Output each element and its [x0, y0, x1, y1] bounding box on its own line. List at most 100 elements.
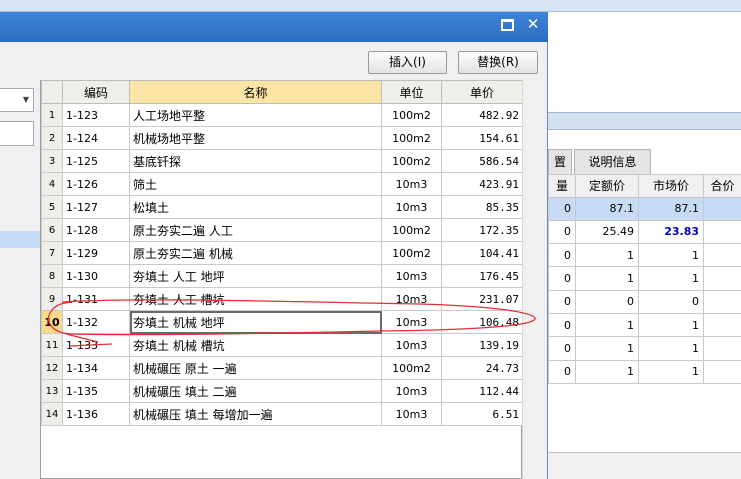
row-number[interactable]: 3 [41, 149, 63, 173]
quota-price-cell[interactable]: 1 [575, 243, 639, 268]
code-cell[interactable]: 1-127 [62, 195, 130, 219]
price-detail-row[interactable]: 011 [548, 359, 741, 385]
tab-partial[interactable]: 置 [548, 149, 572, 174]
price-cell[interactable]: 423.91 [441, 172, 523, 196]
table-row[interactable]: 3 1-125 基底钎探 100m2 586.54 [41, 149, 523, 173]
code-cell[interactable]: 1-133 [62, 333, 130, 357]
unit-cell[interactable]: 10m3 [381, 172, 442, 196]
row-number[interactable]: 13 [41, 379, 63, 403]
row-number[interactable]: 4 [41, 172, 63, 196]
quota-price-cell[interactable]: 1 [575, 336, 639, 361]
total-price-cell[interactable] [703, 359, 741, 385]
header-unit[interactable]: 单位 [381, 80, 442, 104]
chevron-down-icon[interactable]: ▼ [20, 93, 32, 107]
quota-price-cell[interactable]: 1 [575, 359, 639, 385]
price-cell[interactable]: 139.19 [441, 333, 523, 357]
header-price[interactable]: 单价 [441, 80, 523, 104]
replace-button[interactable]: 替换(R) [458, 51, 538, 74]
row-number[interactable]: 6 [41, 218, 63, 242]
grid-scrollbar[interactable] [522, 80, 539, 479]
code-cell[interactable]: 1-125 [62, 149, 130, 173]
price-detail-row[interactable]: 0 25.49 23.83 [548, 219, 741, 245]
header-code[interactable]: 编码 [62, 80, 130, 104]
table-row[interactable]: 4 1-126 筛土 10m3 423.91 [41, 172, 523, 196]
market-price-cell[interactable]: 23.83 [638, 219, 704, 245]
quantity-cell[interactable]: 0 [548, 289, 576, 315]
name-cell[interactable]: 基底钎探 [129, 149, 382, 173]
total-price-cell[interactable] [703, 196, 741, 221]
table-row[interactable]: 9 1-131 夯填土 人工 槽坑 10m3 231.07 [41, 287, 523, 311]
row-number[interactable]: 12 [41, 356, 63, 380]
quota-price-cell[interactable]: 87.1 [575, 196, 639, 221]
table-row[interactable]: 12 1-134 机械碾压 原土 一遍 100m2 24.73 [41, 356, 523, 380]
close-icon[interactable]: ✕ [523, 14, 543, 34]
code-cell[interactable]: 1-128 [62, 218, 130, 242]
name-cell[interactable]: 机械碾压 原土 一遍 [129, 356, 382, 380]
row-number[interactable]: 11 [41, 333, 63, 357]
tree-item-selected[interactable] [0, 231, 40, 248]
market-price-cell[interactable]: 1 [638, 359, 704, 385]
quantity-cell[interactable]: 0 [548, 196, 576, 221]
row-number[interactable]: 7 [41, 241, 63, 265]
quantity-cell[interactable]: 0 [548, 336, 576, 361]
name-cell[interactable]: 夯填土 人工 地坪 [129, 264, 382, 288]
unit-cell[interactable]: 10m3 [381, 379, 442, 403]
name-cell[interactable]: 筛土 [129, 172, 382, 196]
price-detail-row[interactable]: 000 [548, 289, 741, 315]
quota-price-cell[interactable]: 25.49 [575, 219, 639, 245]
row-number[interactable]: 1 [41, 103, 63, 127]
table-row[interactable]: 14 1-136 机械碾压 填土 每增加一遍 10m3 6.51 [41, 402, 523, 426]
unit-cell[interactable]: 10m3 [381, 287, 442, 311]
unit-cell[interactable]: 100m2 [381, 126, 442, 150]
row-number[interactable]: 9 [41, 287, 63, 311]
price-cell[interactable]: 24.73 [441, 356, 523, 380]
price-cell[interactable]: 482.92 [441, 103, 523, 127]
table-row[interactable]: 2 1-124 机械场地平整 100m2 154.61 [41, 126, 523, 150]
price-cell[interactable]: 172.35 [441, 218, 523, 242]
table-row[interactable]: 13 1-135 机械碾压 填土 二遍 10m3 112.44 [41, 379, 523, 403]
name-cell[interactable]: 夯填土 机械 槽坑 [129, 333, 382, 357]
total-price-cell[interactable] [703, 336, 741, 361]
quantity-cell[interactable]: 0 [548, 266, 576, 291]
quota-price-cell[interactable]: 0 [575, 289, 639, 315]
code-cell[interactable]: 1-129 [62, 241, 130, 265]
row-number[interactable]: 10 [41, 310, 63, 334]
unit-cell[interactable]: 100m2 [381, 356, 442, 380]
name-cell[interactable]: 机械碾压 填土 每增加一遍 [129, 402, 382, 426]
name-cell[interactable]: 松填土 [129, 195, 382, 219]
table-row[interactable]: 7 1-129 原土夯实二遍 机械 100m2 104.41 [41, 241, 523, 265]
unit-cell[interactable]: 10m3 [381, 264, 442, 288]
total-price-cell[interactable] [703, 243, 741, 268]
name-cell[interactable]: 机械场地平整 [129, 126, 382, 150]
name-cell[interactable]: 机械碾压 填土 二遍 [129, 379, 382, 403]
tab-description-info[interactable]: 说明信息 [574, 149, 651, 174]
row-number[interactable]: 2 [41, 126, 63, 150]
price-cell[interactable]: 85.35 [441, 195, 523, 219]
quota-price-cell[interactable]: 1 [575, 266, 639, 291]
unit-cell[interactable]: 100m2 [381, 241, 442, 265]
price-detail-row[interactable]: 0 87.1 87.1 [548, 196, 741, 221]
code-cell[interactable]: 1-132 [62, 310, 130, 334]
table-row[interactable]: 10 1-132 夯填土 机械 地坪 10m3 106.48 [41, 310, 523, 334]
price-detail-row[interactable]: 011 [548, 313, 741, 338]
price-detail-row[interactable]: 011 [548, 243, 741, 268]
quantity-cell[interactable]: 0 [548, 243, 576, 268]
table-row[interactable]: 1 1-123 人工场地平整 100m2 482.92 [41, 103, 523, 127]
price-cell[interactable]: 112.44 [441, 379, 523, 403]
code-cell[interactable]: 1-135 [62, 379, 130, 403]
quota-price-cell[interactable]: 1 [575, 313, 639, 338]
price-cell[interactable]: 586.54 [441, 149, 523, 173]
insert-button[interactable]: 插入(I) [368, 51, 447, 74]
unit-cell[interactable]: 100m2 [381, 149, 442, 173]
table-row[interactable]: 11 1-133 夯填土 机械 槽坑 10m3 139.19 [41, 333, 523, 357]
price-cell[interactable]: 6.51 [441, 402, 523, 426]
price-cell[interactable]: 176.45 [441, 264, 523, 288]
price-detail-row[interactable]: 011 [548, 266, 741, 291]
total-price-cell[interactable] [703, 266, 741, 291]
name-cell[interactable]: 夯填土 人工 槽坑 [129, 287, 382, 311]
unit-cell[interactable]: 10m3 [381, 402, 442, 426]
quantity-cell[interactable]: 0 [548, 359, 576, 385]
market-price-cell[interactable]: 0 [638, 289, 704, 315]
total-price-cell[interactable] [703, 219, 741, 245]
table-row[interactable]: 5 1-127 松填土 10m3 85.35 [41, 195, 523, 219]
